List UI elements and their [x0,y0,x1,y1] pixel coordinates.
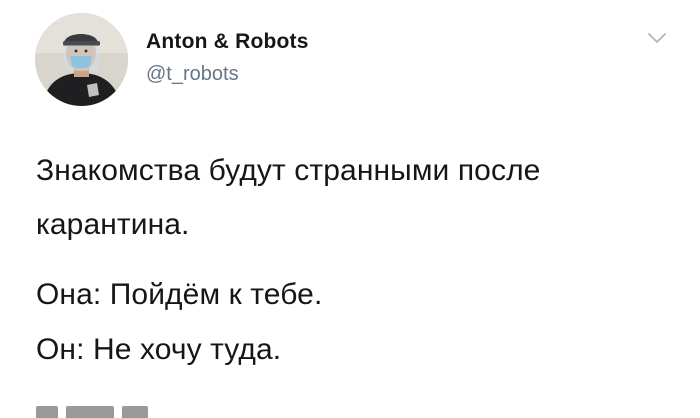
author-name[interactable]: Anton & Robots [146,30,309,54]
cropped-next-line [36,406,216,418]
author-avatar[interactable] [35,13,128,106]
tweet-text-line-4: Он: Не хочу туда. [36,333,282,366]
tweet-menu-button[interactable] [646,30,668,46]
chevron-down-icon [648,33,666,43]
tweet-text-line-2: карантина. [36,208,190,241]
author-handle[interactable]: @t_robots [146,63,239,86]
tweet-card: Anton & Robots @t_robots Знакомства буду… [0,0,700,418]
tweet-text-line-1: Знакомства будут странными после [36,154,541,187]
tweet-text-line-3: Она: Пойдём к тебе. [36,278,323,311]
avatar-photo [35,13,128,106]
